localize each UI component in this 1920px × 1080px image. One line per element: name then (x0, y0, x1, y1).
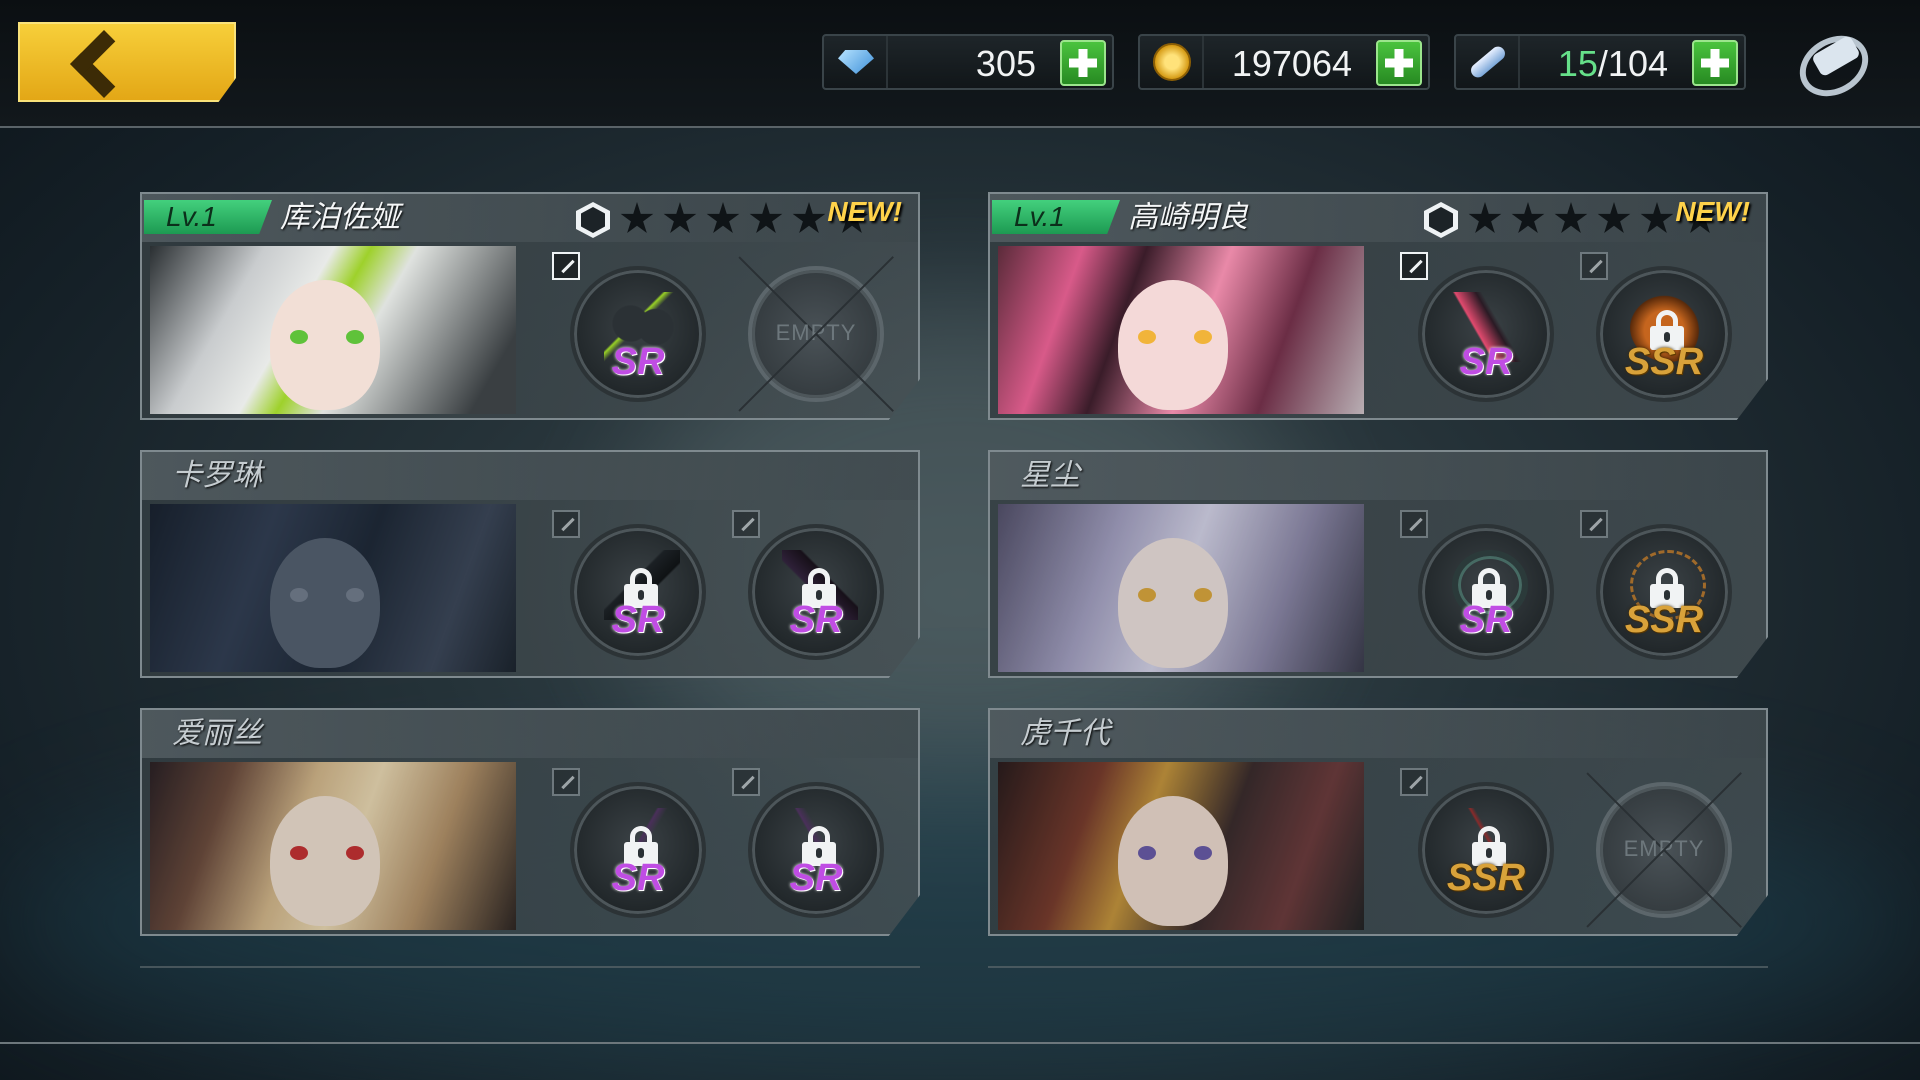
rarity-label: SR (1459, 599, 1513, 641)
gold-counter: 197064 (1138, 34, 1430, 90)
edit-icon[interactable] (732, 768, 760, 796)
rarity-label: SR (611, 341, 665, 383)
star-icon (1640, 202, 1674, 233)
weapon-slot-1[interactable]: SR (570, 782, 706, 918)
character-card-torachiyo[interactable]: 虎千代 SSR EMPTY (988, 708, 1768, 936)
chevron-left-icon (70, 30, 138, 98)
weapon-slot-1[interactable]: SSR (1418, 782, 1554, 918)
star-icon (1554, 202, 1588, 233)
rarity-label: SSR (1624, 341, 1704, 383)
star-icon (792, 202, 826, 233)
character-card-stardust[interactable]: 星尘 SR SSR (988, 450, 1768, 678)
weapon-slot-1[interactable]: SR (1418, 524, 1554, 660)
rarity-label: SSR (1446, 857, 1526, 899)
weapon-slot-1[interactable]: SR (570, 266, 706, 402)
level-badge: Lv.1 (992, 200, 1120, 234)
rarity-label: SR (1459, 341, 1513, 383)
star-icon (749, 202, 783, 233)
diamond-value: 305 (975, 43, 1036, 84)
add-gold-button[interactable] (1376, 40, 1422, 86)
back-button[interactable] (18, 22, 236, 102)
empty-slot-label: EMPTY (775, 320, 857, 345)
star-icon (706, 202, 740, 233)
character-name: 爱丽丝 (172, 717, 262, 750)
star-icon (1511, 202, 1545, 233)
edit-icon[interactable] (552, 768, 580, 796)
star-icon (1468, 202, 1502, 233)
character-card-takasaki-akira[interactable]: Lv.1 高崎明良 NEW! SR SSR (988, 192, 1768, 420)
gold-coin-icon (1146, 42, 1198, 82)
weapon-slot-2[interactable]: SSR (1596, 266, 1732, 402)
next-card-edge (140, 966, 920, 974)
character-card-kupozoya[interactable]: Lv.1 库泊佐娅 NEW! SR EMPTY (140, 192, 920, 420)
edit-icon[interactable] (552, 510, 580, 538)
diamond-counter: 305 (822, 34, 1114, 90)
edit-icon[interactable] (1580, 252, 1608, 280)
star-icon (620, 202, 654, 233)
add-stamina-button[interactable] (1692, 40, 1738, 86)
stamina-max: /104 (1597, 43, 1668, 84)
new-label: NEW! (1675, 196, 1750, 227)
rarity-label: SR (789, 599, 843, 641)
edit-icon[interactable] (1580, 510, 1608, 538)
star-icon (663, 202, 697, 233)
level-badge: Lv.1 (144, 200, 272, 234)
visor-menu-button[interactable] (1788, 23, 1880, 109)
weapon-slot-2[interactable]: EMPTY (1596, 782, 1732, 918)
weapon-slot-2[interactable]: SR (748, 782, 884, 918)
character-name: 库泊佐娅 (280, 201, 400, 234)
stamina-counter: 15/104 (1454, 34, 1746, 90)
stamina-current: 15 (1557, 43, 1598, 84)
edit-icon[interactable] (1400, 510, 1428, 538)
rarity-label: SR (611, 599, 665, 641)
weapon-slot-2[interactable]: SSR (1596, 524, 1732, 660)
character-card-caroline[interactable]: 卡罗琳 SR SR (140, 450, 920, 678)
weapon-slot-1[interactable]: SR (570, 524, 706, 660)
rarity-label: SR (789, 857, 843, 899)
weapon-slot-2[interactable]: EMPTY (748, 266, 884, 402)
character-card-alice[interactable]: 爱丽丝 SR SR (140, 708, 920, 936)
weapon-slot-2[interactable]: SR (748, 524, 884, 660)
next-card-edge (988, 966, 1768, 974)
new-label: NEW! (827, 196, 902, 227)
top-bar: 305 197064 15/104 (0, 0, 1920, 128)
stamina-icon (1462, 42, 1514, 82)
character-name: 虎千代 (1020, 717, 1110, 750)
edit-icon[interactable] (1400, 768, 1428, 796)
rarity-label: SSR (1624, 599, 1704, 641)
stamina-value: 15/104 (1558, 44, 1668, 84)
character-name: 星尘 (1020, 459, 1080, 492)
edit-icon[interactable] (732, 510, 760, 538)
edit-icon[interactable] (1400, 252, 1428, 280)
edit-icon[interactable] (552, 252, 580, 280)
character-portrait (150, 246, 516, 414)
weapon-slot-1[interactable]: SR (1418, 266, 1554, 402)
divider (0, 1042, 1920, 1044)
character-name: 高崎明良 (1128, 201, 1248, 234)
gold-value: 197064 (1231, 43, 1352, 84)
card-header (990, 452, 1766, 500)
diamond-icon (830, 42, 882, 82)
rarity-label: SR (611, 857, 665, 899)
add-diamond-button[interactable] (1060, 40, 1106, 86)
star-icon (1597, 202, 1631, 233)
character-name: 卡罗琳 (172, 459, 262, 492)
character-portrait (998, 246, 1364, 414)
empty-slot-label: EMPTY (1623, 836, 1705, 861)
